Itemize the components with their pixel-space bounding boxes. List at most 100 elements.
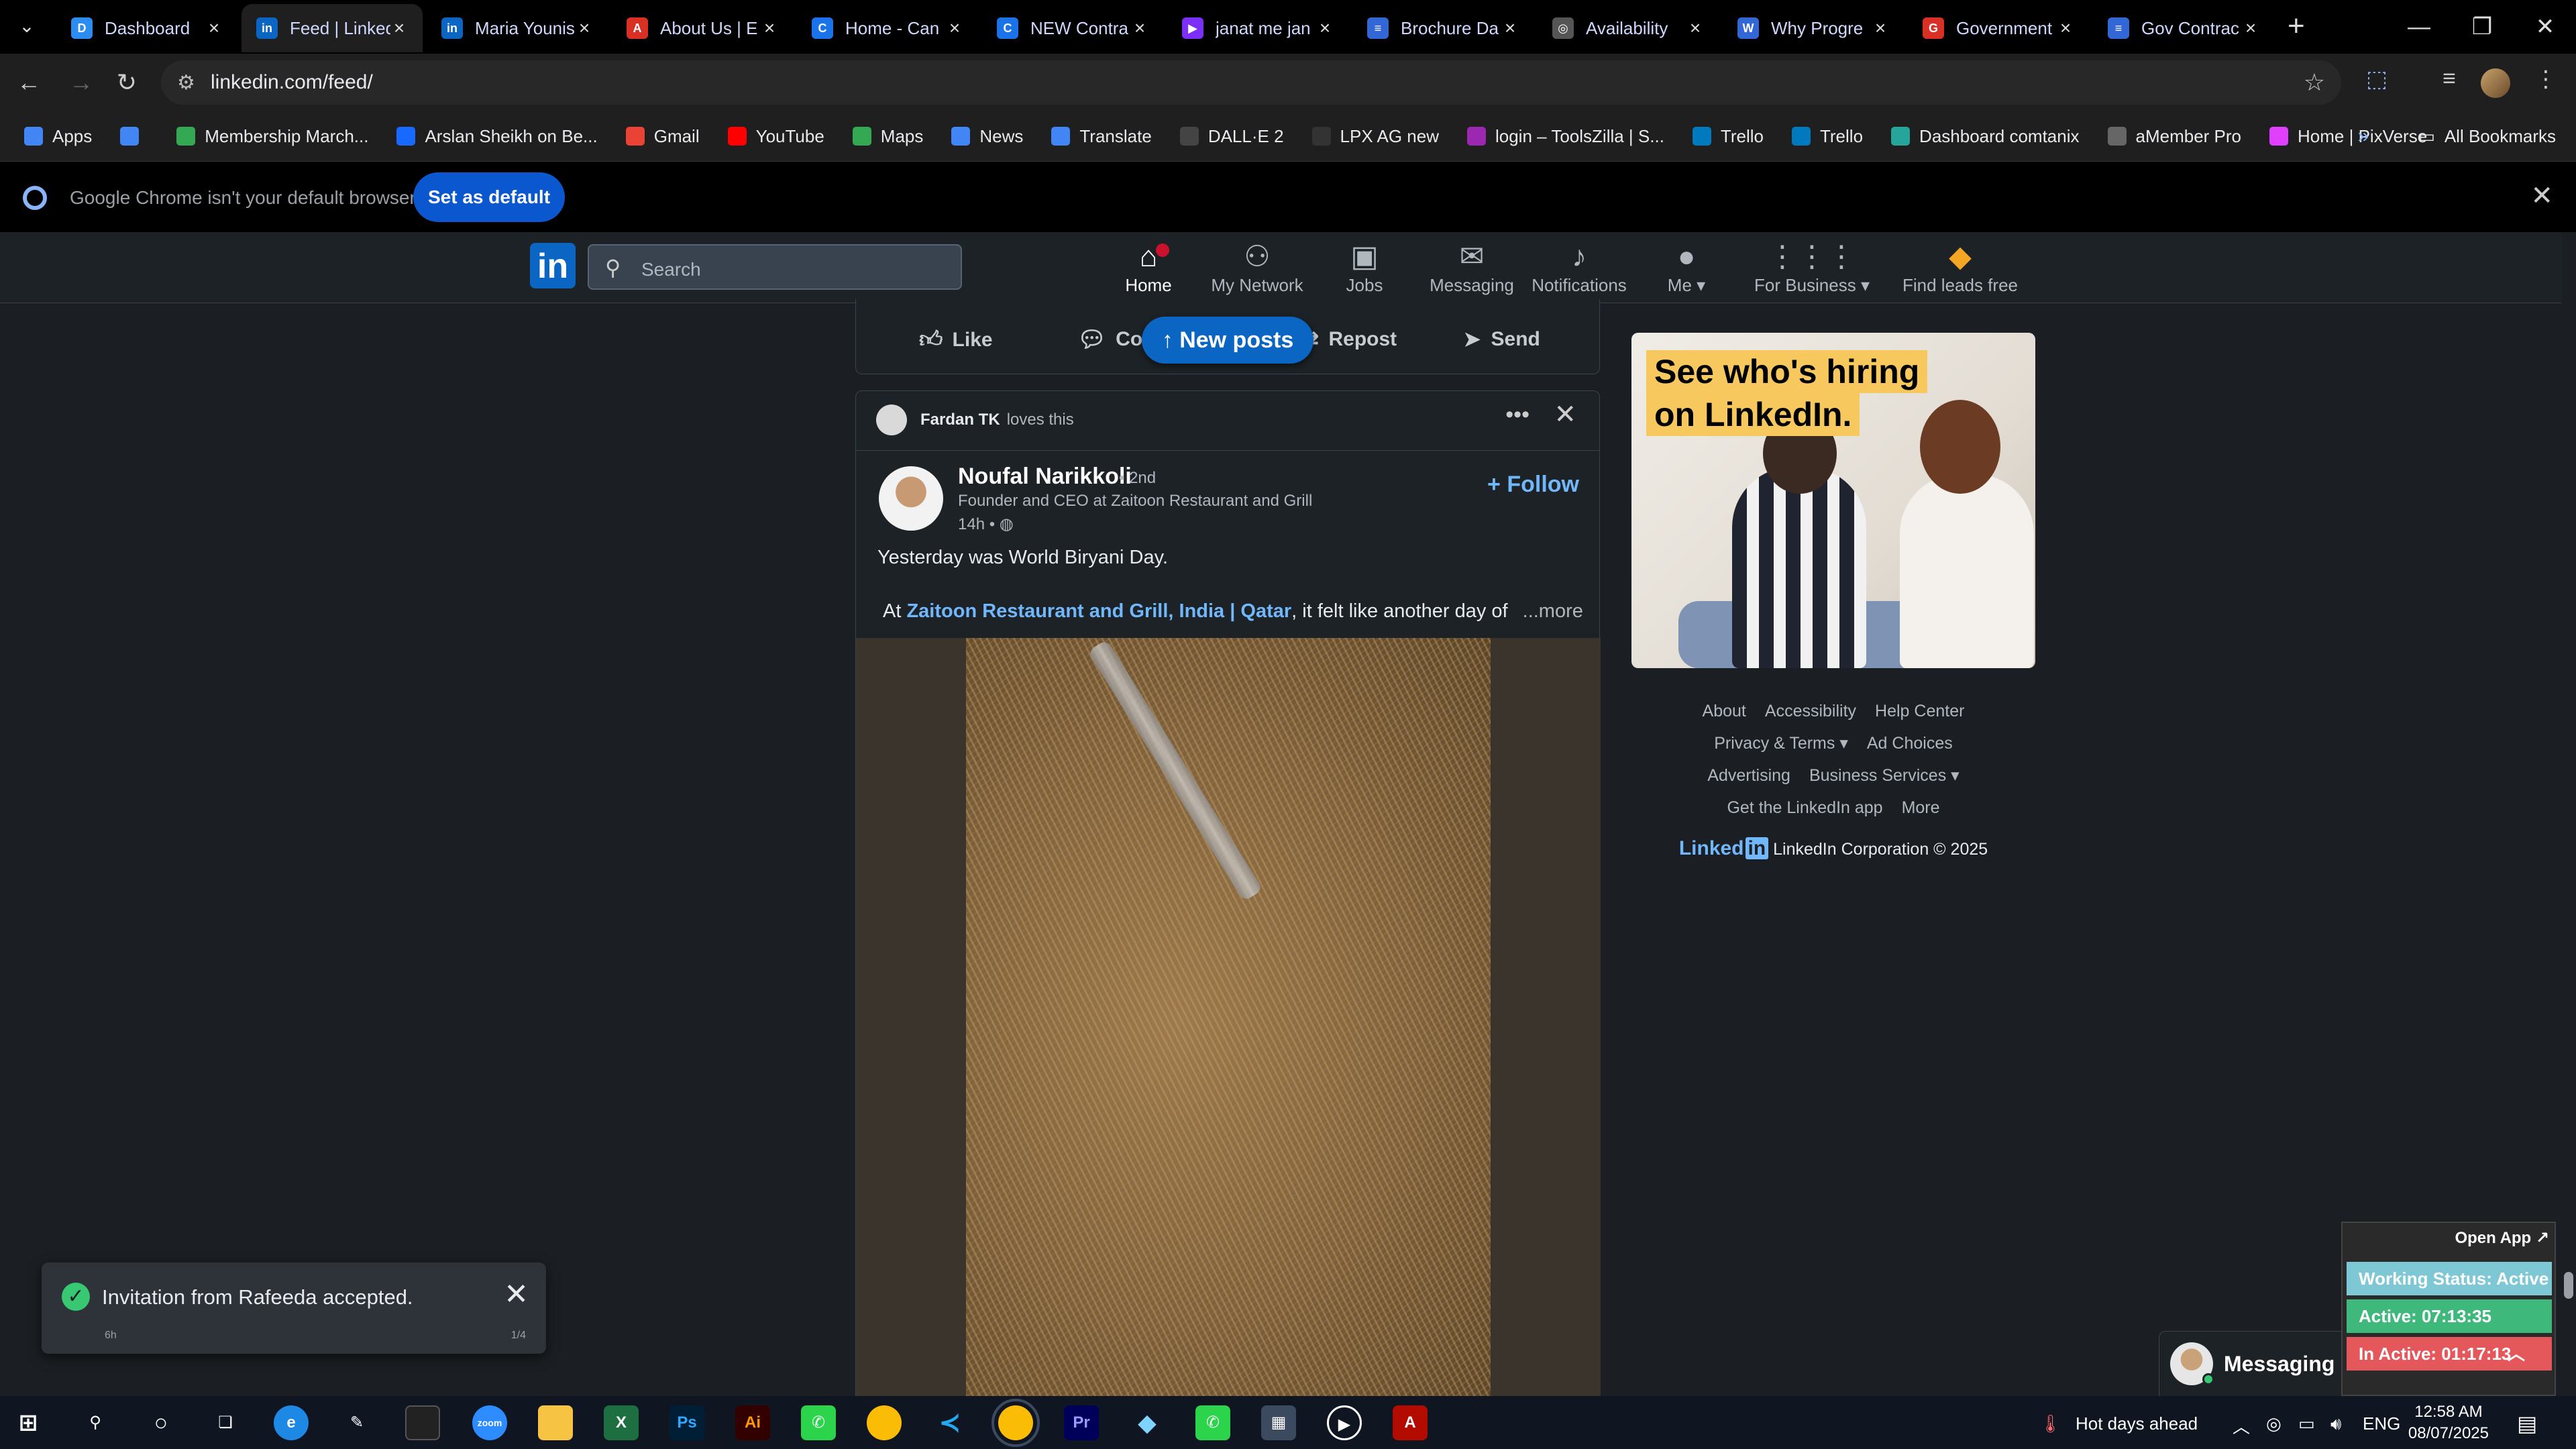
tab-close-icon[interactable]: ×: [205, 17, 223, 39]
nav-leads[interactable]: ◆ Find leads free: [1900, 239, 2021, 303]
illustrator-icon[interactable]: Ai: [735, 1405, 770, 1440]
follow-button[interactable]: + Follow: [1487, 472, 1579, 498]
search-input[interactable]: ⚲ Search: [588, 244, 962, 290]
bookmark-item[interactable]: aMember Pro: [2107, 126, 2241, 147]
tab-close-icon[interactable]: ×: [390, 17, 408, 39]
scrollbar-thumb[interactable]: [2564, 1272, 2573, 1299]
browser-tab[interactable]: D Dashboard ×: [56, 4, 237, 52]
tab-close-icon[interactable]: ×: [1131, 17, 1148, 39]
infobar-close-icon[interactable]: ✕: [2530, 180, 2553, 211]
all-bookmarks[interactable]: All Bookmarks: [2445, 126, 2556, 147]
nav-home[interactable]: ⌂ Home: [1088, 239, 1209, 303]
app-diamond-icon[interactable]: ◆: [1130, 1405, 1165, 1440]
bookmark-item[interactable]: DALL·E 2: [1179, 126, 1284, 147]
author-avatar[interactable]: [879, 466, 943, 531]
media-player-icon[interactable]: ▶: [1327, 1405, 1362, 1440]
bookmark-item[interactable]: Apps: [24, 126, 92, 147]
like-button[interactable]: 👍︎ Like: [919, 326, 993, 354]
browser-tab[interactable]: in Maria Younis ×: [427, 4, 608, 52]
reload-button[interactable]: ↻: [110, 66, 144, 99]
chrome-menu-icon[interactable]: ⋮: [2529, 66, 2563, 99]
messaging-bar[interactable]: Messaging: [2159, 1331, 2360, 1396]
set-default-button[interactable]: Set as default: [413, 172, 565, 222]
toast-close-icon[interactable]: ✕: [504, 1277, 529, 1311]
see-more-link[interactable]: ...more: [1523, 600, 1583, 622]
nav-messaging[interactable]: ✉ Messaging: [1411, 239, 1532, 303]
browser-tab[interactable]: G Government ×: [1908, 4, 2089, 52]
bookmark-star-icon[interactable]: ☆: [2304, 68, 2325, 97]
tab-search-icon[interactable]: ⌄: [15, 15, 39, 39]
notifications-icon[interactable]: ▤: [2517, 1411, 2537, 1436]
footer-app[interactable]: Get the LinkedIn app: [1727, 798, 1882, 817]
back-button[interactable]: ←: [12, 66, 46, 99]
browser-tab[interactable]: ≡ Brochure Da ×: [1352, 4, 1534, 52]
chevron-up-icon[interactable]: ︿: [2508, 1337, 2525, 1371]
bookmark-item[interactable]: Dashboard comtanix: [1891, 126, 2080, 147]
acrobat-icon[interactable]: A: [1393, 1405, 1428, 1440]
volume-icon[interactable]: 🔊︎: [2330, 1413, 2341, 1435]
author-name[interactable]: Noufal Narikkoli: [958, 464, 1132, 490]
chrome-active-icon[interactable]: [991, 1399, 1040, 1447]
dismiss-post-icon[interactable]: ✕: [1554, 399, 1576, 430]
site-info-icon[interactable]: ⚙: [177, 71, 195, 95]
page-scrollbar[interactable]: [2561, 232, 2576, 1396]
linkedin-logo[interactable]: in: [530, 243, 576, 288]
tab-close-icon[interactable]: ×: [1686, 17, 1704, 39]
phone-app-icon[interactable]: ✆: [801, 1405, 836, 1440]
browser-tab[interactable]: C NEW Contra ×: [982, 4, 1163, 52]
excel-icon[interactable]: X: [604, 1405, 639, 1440]
tab-close-icon[interactable]: ×: [946, 17, 963, 39]
new-posts-button[interactable]: ↑ New posts: [1142, 317, 1313, 364]
premiere-icon[interactable]: Pr: [1064, 1405, 1099, 1440]
photoshop-icon[interactable]: Ps: [669, 1405, 704, 1440]
tab-close-icon[interactable]: ×: [761, 17, 778, 39]
browser-tab[interactable]: W Why Progre ×: [1723, 4, 1904, 52]
calculator-icon[interactable]: ▦: [1261, 1405, 1296, 1440]
close-window-button[interactable]: ✕: [2514, 0, 2576, 54]
phone-app-2-icon[interactable]: ✆: [1195, 1405, 1230, 1440]
footer-help[interactable]: Help Center: [1875, 702, 1964, 720]
footer-advertising[interactable]: Advertising: [1707, 766, 1790, 785]
cortana-icon[interactable]: ○: [144, 1405, 178, 1440]
footer-accessibility[interactable]: Accessibility: [1765, 702, 1856, 720]
hiring-ad[interactable]: See who's hiring on LinkedIn.: [1631, 333, 2035, 668]
footer-business[interactable]: Business Services ▾: [1809, 766, 1960, 785]
bookmark-item[interactable]: Trello: [1692, 126, 1764, 147]
reactor-avatar[interactable]: [876, 405, 907, 435]
edge-icon[interactable]: e: [274, 1405, 309, 1440]
more-options-icon[interactable]: •••: [1505, 402, 1529, 428]
terminal-icon[interactable]: [405, 1405, 440, 1440]
language-indicator[interactable]: ENG: [2363, 1413, 2400, 1434]
browser-tab[interactable]: ◎ Availability ×: [1538, 4, 1719, 52]
bookmark-item[interactable]: Arslan Sheikh on Be...: [396, 126, 598, 147]
tab-close-icon[interactable]: ×: [2242, 17, 2259, 39]
bookmark-item[interactable]: LPX AG new: [1311, 126, 1439, 147]
nav-grid[interactable]: ⋮⋮⋮ For Business ▾: [1748, 239, 1876, 303]
bookmark-item[interactable]: Trello: [1791, 126, 1863, 147]
repost-button[interactable]: ⇄Repost: [1300, 326, 1397, 353]
tab-close-icon[interactable]: ×: [576, 17, 593, 39]
meet-icon[interactable]: ◎: [2266, 1413, 2282, 1434]
weather-text[interactable]: Hot days ahead: [2076, 1413, 2198, 1434]
weather-icon[interactable]: 🌡︎: [2039, 1413, 2061, 1434]
search-taskbar-icon[interactable]: ⚲: [78, 1405, 113, 1440]
nav-bell[interactable]: ♪ Notifications: [1519, 239, 1640, 303]
browser-tab[interactable]: in Feed | LinkedIn×: [241, 4, 423, 52]
footer-more[interactable]: More: [1902, 798, 1940, 817]
bookmark-item[interactable]: News: [951, 126, 1023, 147]
open-app-button[interactable]: Open App ↗: [2455, 1228, 2549, 1248]
extensions-icon[interactable]: ⬚: [2360, 66, 2394, 99]
nav-network[interactable]: ⚇ My Network: [1197, 239, 1318, 303]
task-view-icon[interactable]: ❏: [208, 1405, 243, 1440]
restore-button[interactable]: ❐: [2451, 0, 2513, 54]
minimize-button[interactable]: —: [2388, 0, 2450, 54]
mention-link[interactable]: Zaitoon Restaurant and Grill, India | Qa…: [906, 600, 1291, 622]
bookmark-item[interactable]: Maps: [852, 126, 923, 147]
footer-ad-choices[interactable]: Ad Choices: [1867, 734, 1953, 753]
vscode-icon[interactable]: ≺: [932, 1405, 967, 1440]
nav-avatar[interactable]: ● Me ▾: [1626, 239, 1747, 303]
footer-about[interactable]: About: [1703, 702, 1746, 720]
address-bar[interactable]: ⚙ linkedin.com/feed/ ☆: [161, 60, 2341, 105]
tab-close-icon[interactable]: ×: [1501, 17, 1519, 39]
profile-avatar[interactable]: [2481, 68, 2510, 98]
